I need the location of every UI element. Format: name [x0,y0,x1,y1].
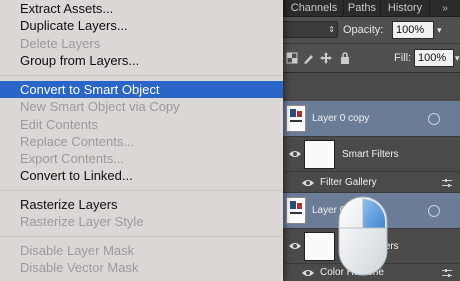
opacity-dropdown-icon[interactable]: ▾ [437,23,442,37]
menu-item-edit-contents[interactable]: Edit Contents [0,116,283,133]
panel-menu-icon: » [442,3,448,14]
panel-tab-bar: Channels Paths History » [280,0,460,17]
fill-input[interactable]: 100% [414,49,454,67]
lock-row: Fill: 100% ▾ [280,44,460,73]
layer-row[interactable]: Layer 0 copy [280,101,460,137]
right-click-mouse-icon [338,196,388,276]
filter-row[interactable]: Filter Gallery [280,172,460,193]
fill-dropdown-icon[interactable]: ▾ [455,51,460,65]
eye-icon[interactable] [289,150,301,158]
menu-item-disable-vector-mask[interactable]: Disable Vector Mask [0,259,283,276]
menu-separator [0,75,283,76]
filter-blending-options-icon[interactable] [442,269,452,277]
menu-item-rasterize-layers[interactable]: Rasterize Layers [0,196,283,213]
lock-all-icon[interactable] [339,52,351,64]
menu-item-partial-next[interactable] [0,276,283,281]
menu-separator [0,236,283,237]
menu-item-convert-to-linked[interactable]: Convert to Linked... [0,167,283,184]
filter-mask-thumbnail[interactable] [304,140,335,169]
menu-item-new-smart-object-via-copy[interactable]: New Smart Object via Copy [0,98,283,115]
eye-icon[interactable] [289,242,301,250]
layer-thumbnail [286,197,306,224]
lock-brush-icon[interactable] [302,52,314,64]
opacity-input[interactable]: 100% [392,21,434,39]
chevron-updown-icon: ⇕ [328,25,335,34]
menu-item-replace-contents[interactable]: Replace Contents... [0,133,283,150]
tab-paths[interactable]: Paths [344,0,381,16]
panel-menu[interactable]: » [430,0,460,16]
menu-item-group-from-layers[interactable]: Group from Layers... [0,52,283,69]
eye-icon[interactable] [302,179,314,187]
layer-thumbnail [286,105,306,132]
menu-item-export-contents[interactable]: Export Contents... [0,150,283,167]
menu-separator [0,190,283,191]
menu-item-convert-to-smart-object[interactable]: Convert to Smart Object [0,81,283,98]
tab-channels[interactable]: Channels [285,0,344,16]
smart-filters-label: Smart Filters [342,149,399,160]
blend-row: ⇕ Opacity: 100% ▾ [280,17,460,44]
smart-filters-row[interactable]: Smart Filters [280,137,460,172]
lock-move-icon[interactable] [320,52,332,64]
layer-context-menu: Extract Assets... Duplicate Layers... De… [0,0,283,281]
layer-thumbnail-image [290,201,302,214]
fill-label: Fill: [394,52,412,64]
layer-thumbnail-image [290,109,302,122]
filter-mask-thumbnail[interactable] [304,232,335,261]
menu-item-delete-layers[interactable]: Delete Layers [0,35,283,52]
menu-item-rasterize-layer-style[interactable]: Rasterize Layer Style [0,213,283,230]
menu-item-duplicate-layers[interactable]: Duplicate Layers... [0,17,283,34]
blend-mode-select[interactable]: ⇕ [280,21,338,38]
menu-item-disable-layer-mask[interactable]: Disable Layer Mask [0,242,283,259]
lock-transparent-icon[interactable] [286,52,298,64]
eye-icon[interactable] [302,269,314,277]
smart-filter-indicator-icon [428,205,440,217]
tab-history[interactable]: History [381,0,430,16]
filter-blending-options-icon[interactable] [442,179,452,187]
smart-filter-indicator-icon [428,113,440,125]
opacity-label: Opacity: [343,24,384,36]
menu-item-extract-assets[interactable]: Extract Assets... [0,0,283,17]
filter-name[interactable]: Filter Gallery [320,177,377,189]
layer-name[interactable]: Layer 0 copy [312,113,369,125]
